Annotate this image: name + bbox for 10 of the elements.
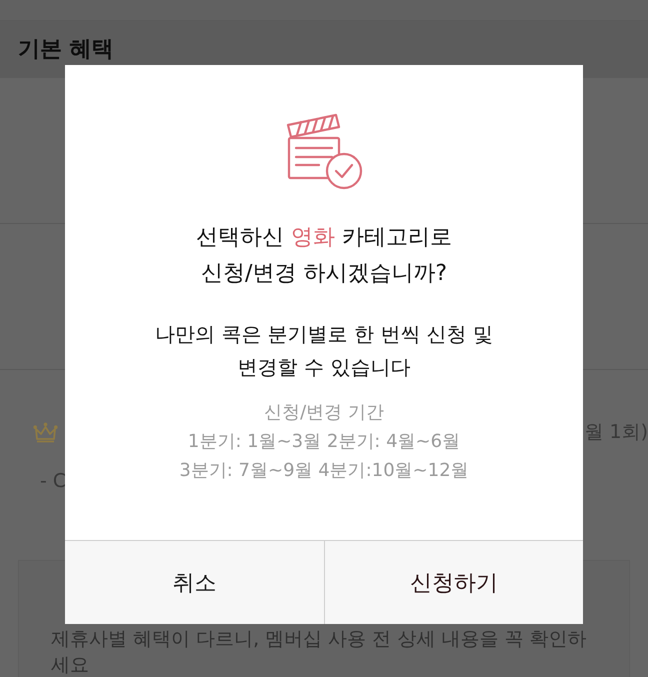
cancel-button[interactable]: 취소 [65, 541, 324, 624]
apply-button[interactable]: 신청하기 [324, 541, 583, 624]
section-title: 기본 혜택 [18, 36, 114, 64]
dialog-notice: 나만의 콕은 분기별로 한 번씩 신청 및 변경할 수 있습니다 [154, 321, 494, 381]
dialog-question: 선택하신 영화 카테고리로 신청/변경 하시겠습니까? [196, 224, 452, 288]
period-text: 3분기: 7월~9월 4분기:10월~12월 [179, 459, 469, 483]
crown-icon [33, 422, 58, 442]
period-text: 1분기: 1월~3월 2분기: 4월~6월 [188, 430, 460, 454]
period-title: 신청/변경 기간 [264, 401, 384, 425]
clapperboard-check-icon [285, 112, 363, 190]
